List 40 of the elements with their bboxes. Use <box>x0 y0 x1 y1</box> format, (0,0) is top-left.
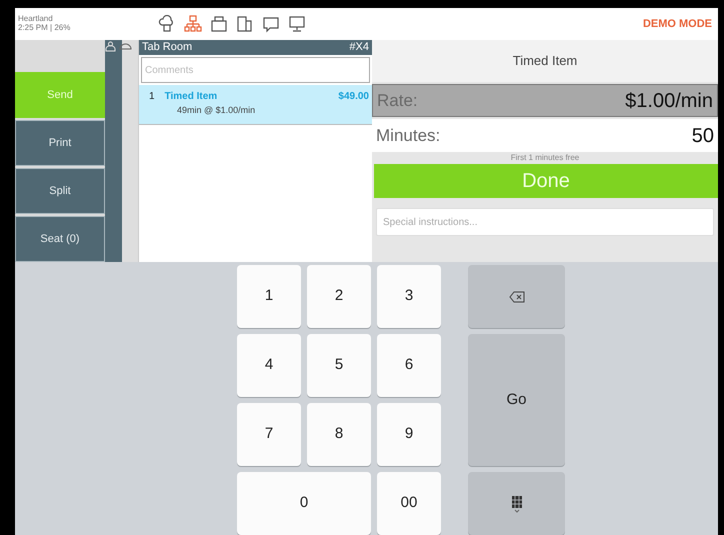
keypad-key[interactable]: 0 <box>237 472 371 535</box>
demo-mode-label: DEMO MODE <box>642 16 712 32</box>
action-button[interactable]: Print <box>15 120 105 166</box>
comments-field[interactable]: Comments <box>141 57 370 83</box>
keypad-key[interactable]: 00 <box>377 472 441 535</box>
chat-icon[interactable] <box>262 15 280 33</box>
backspace-icon <box>508 290 524 302</box>
item-quantity: 1 <box>149 91 155 102</box>
item-detail: 49min @ $1.00/min <box>176 104 256 117</box>
instructions-field[interactable]: Special instructions... <box>376 208 714 236</box>
keypad-key[interactable]: 6 <box>377 334 441 397</box>
editor-title: Timed Item <box>372 40 718 82</box>
keypad-key[interactable]: 8 <box>307 403 371 466</box>
keypad-key[interactable]: 4 <box>237 334 301 397</box>
keypad-key[interactable]: 2 <box>307 265 371 328</box>
keypad-key[interactable]: 1 <box>237 265 301 328</box>
tab-number: #X4 <box>349 40 369 56</box>
room-name: Tab Room <box>142 40 192 56</box>
action-button[interactable]: Seat (0) <box>15 216 105 262</box>
keypad-key[interactable]: 7 <box>237 403 301 466</box>
free-minutes-note: First 1 minutes free <box>510 152 580 164</box>
network-icon[interactable] <box>184 15 202 33</box>
dome-icon[interactable] <box>119 41 132 52</box>
keypad-key[interactable]: 3 <box>377 265 441 328</box>
action-button[interactable]: Split <box>15 168 105 214</box>
order-item[interactable]: 1 Timed Item 49min @ $1.00/min $49.00 <box>139 85 372 124</box>
brand-name: Heartland <box>18 15 54 24</box>
keypad-key[interactable]: 9 <box>377 403 441 466</box>
status-text: 2:25 PM | 26% <box>18 24 70 33</box>
item-price: $49.00 <box>338 90 369 104</box>
rate-value: $1.00/min <box>625 88 713 114</box>
keyboard-icon <box>510 494 522 512</box>
keypad-key[interactable]: 5 <box>307 334 371 397</box>
minutes-label: Minutes: <box>376 124 440 147</box>
monitor-icon[interactable] <box>288 15 306 33</box>
go-key[interactable]: Go <box>468 334 565 466</box>
person-icon[interactable] <box>105 41 116 52</box>
rate-label: Rate: <box>377 90 418 112</box>
item-name: Timed Item <box>164 91 218 102</box>
minutes-value: 50 <box>692 124 714 148</box>
